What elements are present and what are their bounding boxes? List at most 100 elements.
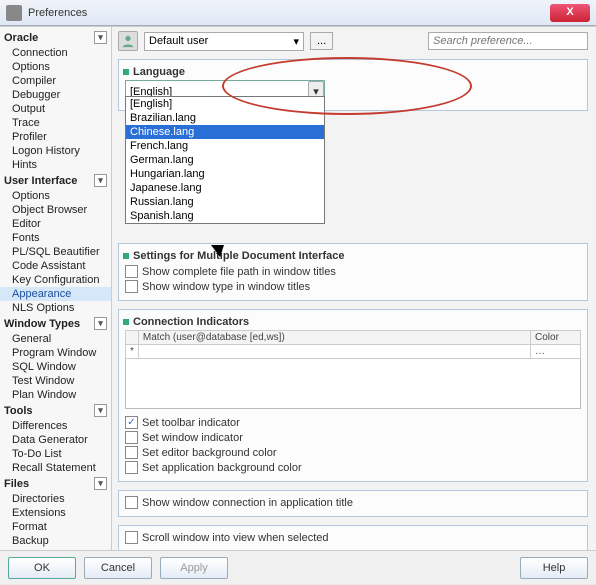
sidebar-item-profiler[interactable]: Profiler — [0, 130, 111, 144]
conn-title: Connection Indicators — [123, 316, 581, 328]
lang-option[interactable]: Russian.lang — [126, 195, 324, 209]
sidebar-item-html-xml[interactable]: HTML/XML — [0, 548, 111, 550]
sidebar-cat-label: Files — [4, 478, 29, 490]
col-color: Color — [531, 331, 581, 345]
sidebar-item-compiler[interactable]: Compiler — [0, 74, 111, 88]
sidebar-item-output[interactable]: Output — [0, 102, 111, 116]
sidebar-item-backup[interactable]: Backup — [0, 534, 111, 548]
sidebar-item-options[interactable]: Options — [0, 60, 111, 74]
sidebar-item-extensions[interactable]: Extensions — [0, 506, 111, 520]
mdi-title: Settings for Multiple Document Interface — [123, 250, 581, 262]
sidebar-cat[interactable]: Window Types ▾ — [0, 315, 111, 332]
sidebar-item-pl-sql-beautifier[interactable]: PL/SQL Beautifier — [0, 245, 111, 259]
user-icon — [118, 31, 138, 51]
lang-option[interactable]: [English] — [126, 97, 324, 111]
checkbox-label: Show window type in window titles — [142, 281, 310, 293]
sidebar-cat-label: Tools — [4, 405, 33, 417]
sidebar-item-to-do-list[interactable]: To-Do List — [0, 447, 111, 461]
expand-icon[interactable]: ▾ — [94, 174, 107, 187]
checkbox[interactable] — [125, 496, 138, 509]
sidebar-cat[interactable]: Oracle▾ — [0, 29, 111, 46]
sidebar-item-connection[interactable]: Connection — [0, 46, 111, 60]
sidebar-cat[interactable]: Tools ▾ — [0, 402, 111, 419]
sidebar-item-program-window[interactable]: Program Window — [0, 346, 111, 360]
sidebar-item-general[interactable]: General — [0, 332, 111, 346]
sidebar-item-sql-window[interactable]: SQL Window — [0, 360, 111, 374]
user-select[interactable]: Default user ▾ — [144, 32, 304, 51]
sidebar-item-code-assistant[interactable]: Code Assistant — [0, 259, 111, 273]
sidebar-item-plan-window[interactable]: Plan Window — [0, 388, 111, 402]
lang-option[interactable]: Hungarian.lang — [126, 167, 324, 181]
language-title: Language — [123, 66, 581, 78]
conn-option: Set application background color — [125, 460, 581, 475]
sidebar-cat-label: Window Types — [4, 318, 80, 330]
conn-option: Set window indicator — [125, 430, 581, 445]
checkbox-label: Scroll window into view when selected — [142, 532, 328, 544]
color-cell[interactable]: … — [531, 345, 581, 359]
sidebar-item-hints[interactable]: Hints — [0, 158, 111, 172]
sidebar-item-recall-statement[interactable]: Recall Statement — [0, 461, 111, 475]
checkbox[interactable] — [125, 431, 138, 444]
help-button[interactable]: Help — [520, 557, 588, 579]
apply-button[interactable]: Apply — [160, 557, 228, 579]
match-cell[interactable] — [138, 345, 530, 359]
expand-icon[interactable]: ▾ — [94, 404, 107, 417]
sidebar-item-data-generator[interactable]: Data Generator — [0, 433, 111, 447]
lang-option[interactable]: Japanese.lang — [126, 181, 324, 195]
user-select-value: Default user — [149, 35, 208, 47]
more-button[interactable]: ... — [310, 32, 333, 50]
lang-option[interactable]: French.lang — [126, 139, 324, 153]
lang-option[interactable]: Brazilian.lang — [126, 111, 324, 125]
checkbox[interactable] — [125, 265, 138, 278]
titlebar: Preferences X — [0, 0, 596, 26]
sidebar-item-differences[interactable]: Differences — [0, 419, 111, 433]
misc-option: Show window connection in application ti… — [125, 495, 581, 510]
checkbox[interactable] — [125, 280, 138, 293]
misc-option: Scroll window into view when selected — [125, 530, 581, 545]
sidebar-item-trace[interactable]: Trace — [0, 116, 111, 130]
expand-icon[interactable]: ▾ — [94, 317, 107, 330]
chevron-down-icon: ▾ — [293, 35, 299, 48]
sidebar-item-editor[interactable]: Editor — [0, 217, 111, 231]
lang-option[interactable]: German.lang — [126, 153, 324, 167]
checkbox-label: Set editor background color — [142, 447, 277, 459]
language-dropdown[interactable]: [English]Brazilian.langChinese.langFrenc… — [125, 96, 325, 224]
conn-area — [125, 359, 581, 409]
sidebar-item-options[interactable]: Options — [0, 189, 111, 203]
checkbox-label: Show complete file path in window titles — [142, 266, 336, 278]
checkbox[interactable] — [125, 461, 138, 474]
sidebar-item-test-window[interactable]: Test Window — [0, 374, 111, 388]
conn-option: Set editor background color — [125, 445, 581, 460]
lang-option[interactable]: Spanish.lang — [126, 209, 324, 223]
checkbox-label: Show window connection in application ti… — [142, 497, 353, 509]
sidebar-item-object-browser[interactable]: Object Browser — [0, 203, 111, 217]
lang-option[interactable]: Chinese.lang — [126, 125, 324, 139]
checkbox[interactable] — [125, 531, 138, 544]
sidebar-cat[interactable]: User Interface▾ — [0, 172, 111, 189]
conn-table: Match (user@database [ed,ws])Color *… — [125, 330, 581, 359]
mdi-group: Settings for Multiple Document Interface… — [118, 243, 588, 301]
sidebar-item-debugger[interactable]: Debugger — [0, 88, 111, 102]
row-star[interactable]: * — [126, 345, 139, 359]
checkbox[interactable] — [125, 446, 138, 459]
cancel-button[interactable]: Cancel — [84, 557, 152, 579]
sidebar-item-key-configuration[interactable]: Key Configuration — [0, 273, 111, 287]
sidebar-item-directories[interactable]: Directories — [0, 492, 111, 506]
expand-icon[interactable]: ▾ — [94, 31, 107, 44]
sidebar-item-fonts[interactable]: Fonts — [0, 231, 111, 245]
sidebar-item-appearance[interactable]: Appearance — [0, 287, 111, 301]
checkbox[interactable]: ✓ — [125, 416, 138, 429]
sidebar-cat[interactable]: Files ▾ — [0, 475, 111, 492]
mdi-option: Show window type in window titles — [125, 279, 581, 294]
close-button[interactable]: X — [550, 4, 590, 22]
sidebar-item-nls-options[interactable]: NLS Options — [0, 301, 111, 315]
window-title: Preferences — [28, 7, 550, 19]
sidebar-item-format[interactable]: Format — [0, 520, 111, 534]
sidebar-item-logon-history[interactable]: Logon History — [0, 144, 111, 158]
expand-icon[interactable]: ▾ — [94, 477, 107, 490]
checkbox-label: Set window indicator — [142, 432, 243, 444]
ok-button[interactable]: OK — [8, 557, 76, 579]
misc-group: Scroll window into view when selected — [118, 525, 588, 550]
sidebar: Oracle▾ConnectionOptionsCompilerDebugger… — [0, 27, 112, 550]
search-input[interactable] — [428, 32, 588, 50]
